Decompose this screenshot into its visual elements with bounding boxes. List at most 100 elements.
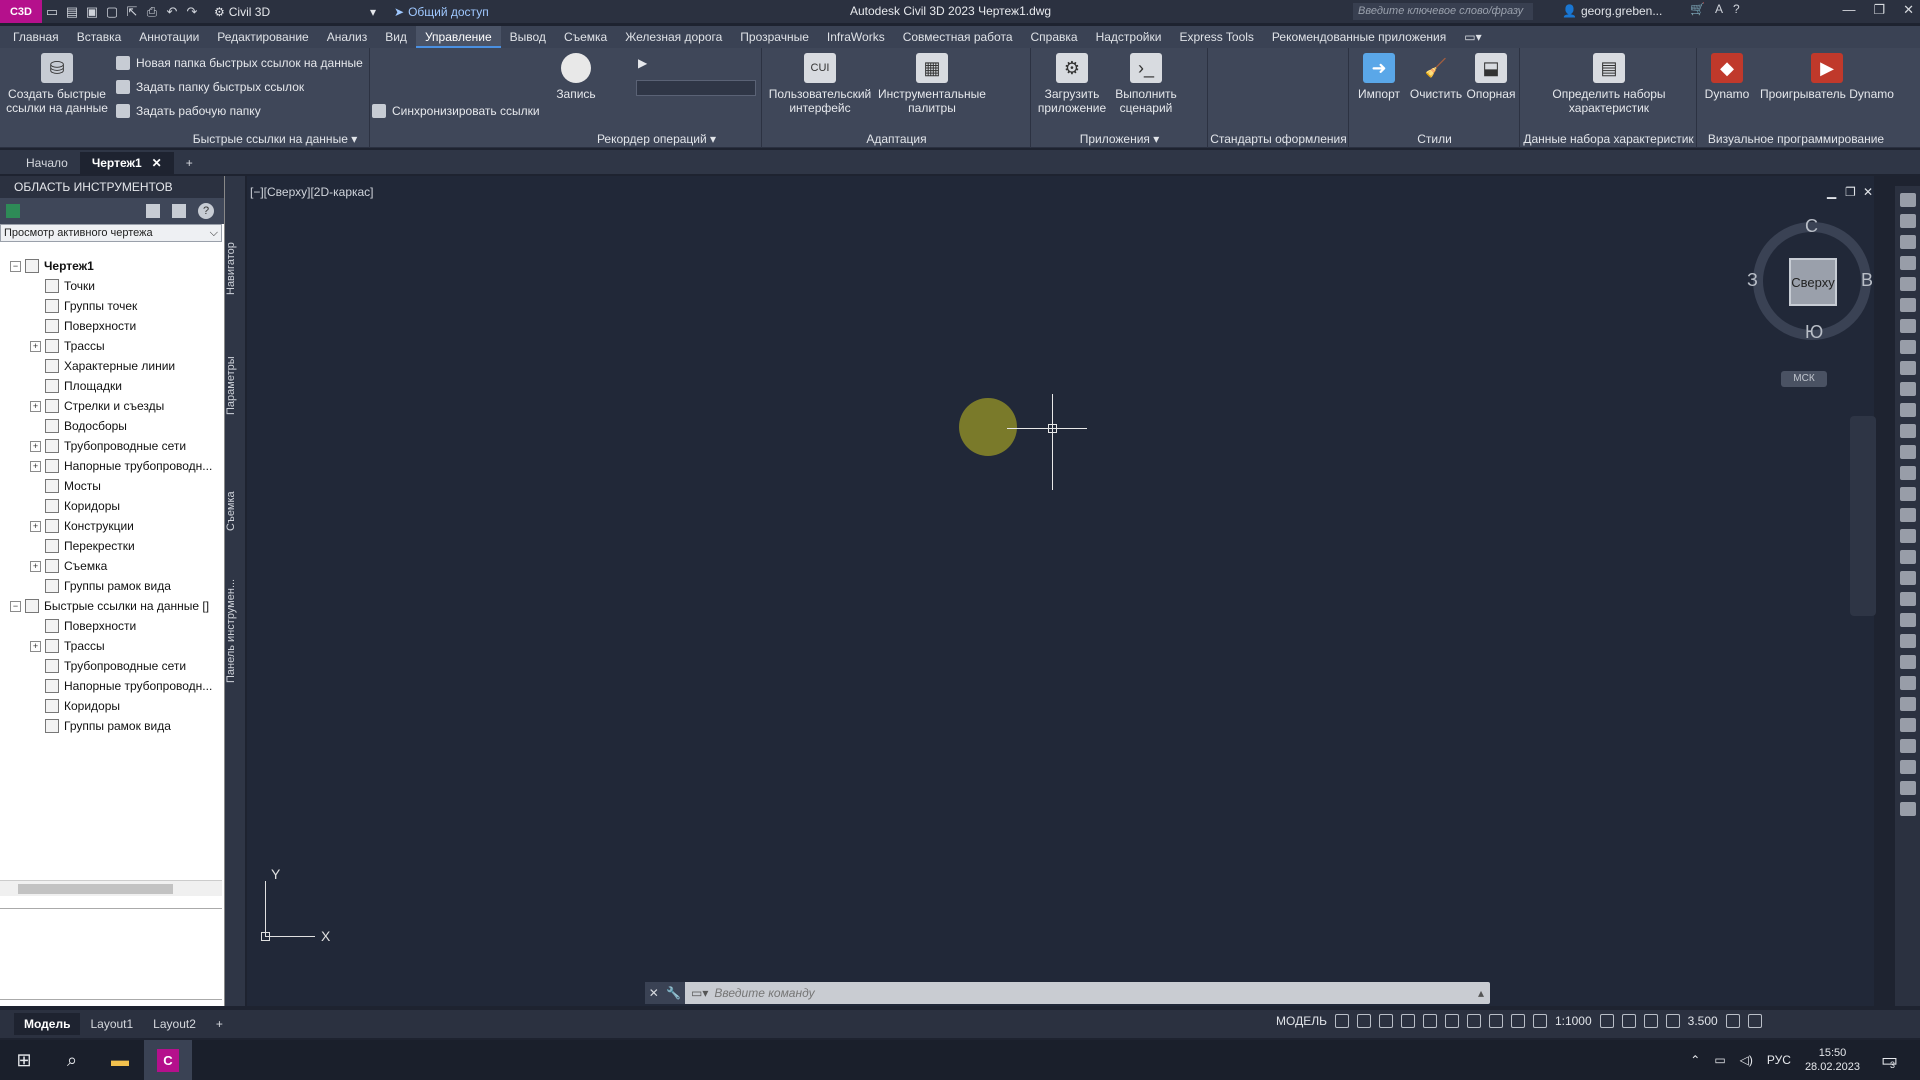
ribbon-tab[interactable]: Анализ <box>318 26 377 48</box>
annotation-scale-icon[interactable] <box>1532 1014 1547 1028</box>
toolbar-tool-icon[interactable] <box>1899 382 1916 396</box>
tree-item[interactable]: Водосборы <box>0 416 222 436</box>
annotation-visibility-icon[interactable] <box>1488 1014 1503 1028</box>
ortho-icon[interactable] <box>1378 1014 1393 1028</box>
ribbon-tab[interactable]: Вывод <box>501 26 555 48</box>
toolbar-tool-icon[interactable] <box>1899 634 1916 648</box>
isolate-icon[interactable] <box>1643 1014 1658 1028</box>
plus-icon[interactable] <box>1621 1014 1636 1028</box>
tree-item[interactable]: Группы рамок вида <box>0 716 222 736</box>
toolbar-tool-icon[interactable] <box>1899 613 1916 627</box>
viewport-restore-button[interactable]: ❐ <box>1845 185 1856 199</box>
tab-settings[interactable]: Параметры <box>225 351 245 421</box>
minimize-button[interactable]: — <box>1842 2 1855 18</box>
navigation-bar[interactable] <box>1850 416 1876 616</box>
toolbar-tool-icon[interactable] <box>1899 361 1916 375</box>
ribbon-tab[interactable]: Справка <box>1022 26 1087 48</box>
compass-north[interactable]: С <box>1805 216 1818 237</box>
toolbar-tool-icon[interactable] <box>1899 529 1916 543</box>
purge-button[interactable]: 🧹 Очистить <box>1408 53 1464 101</box>
play-button[interactable]: ▶ <box>638 56 647 70</box>
toolbar-tool-icon[interactable] <box>1899 193 1916 207</box>
user-menu[interactable]: 👤 georg.greben... <box>1562 4 1662 18</box>
dynamo-player-button[interactable]: ▶ Проигрыватель Dynamo <box>1760 53 1894 101</box>
share-button[interactable]: ➤ Общий доступ <box>394 5 489 19</box>
tree-item[interactable]: Группы рамок вида <box>0 576 222 596</box>
tree-item[interactable]: Перекрестки <box>0 536 222 556</box>
search-input[interactable]: Введите ключевое слово/фразу <box>1353 3 1533 20</box>
ribbon-tab[interactable]: Express Tools <box>1170 26 1262 48</box>
ribbon-tab[interactable]: Съемка <box>555 26 616 48</box>
print-icon[interactable]: ⎙ <box>142 3 162 21</box>
tree-item[interactable]: Группы точек <box>0 296 222 316</box>
set-workfolder-button[interactable]: Задать рабочую папку <box>116 104 261 118</box>
maximize-button[interactable]: ❐ <box>1873 2 1885 18</box>
tree-item[interactable]: Коридоры <box>0 496 222 516</box>
tab-navigator[interactable]: Навигатор <box>225 234 245 304</box>
tab-start[interactable]: Начало <box>14 152 80 174</box>
cui-button[interactable]: CUI Пользовательский интерфейс <box>765 53 875 115</box>
toolpalettes-button[interactable]: ▦ Инструментальные палитры <box>877 53 987 115</box>
lineweight-icon[interactable] <box>1466 1014 1481 1028</box>
tree-item[interactable]: Трубопроводные сети <box>0 656 222 676</box>
tree-item[interactable]: + Трассы <box>0 336 222 356</box>
toolbar-tool-icon[interactable] <box>1899 235 1916 249</box>
view-select[interactable]: Просмотр активного чертежа ⌵ <box>0 224 222 242</box>
tree-item[interactable]: Коридоры <box>0 696 222 716</box>
define-sets-button[interactable]: ▤ Определить наборы характеристик <box>1521 53 1697 115</box>
ribbon-tab[interactable]: Главная <box>4 26 68 48</box>
import-button[interactable]: ➜ Импорт <box>1354 53 1404 101</box>
expand-toggle[interactable]: − <box>10 260 21 272</box>
toolbar-tool-icon[interactable] <box>1899 550 1916 564</box>
drawing-viewport[interactable]: [−][Сверху][2D-каркас] ▁ ❐ ✕ Сверху С Ю … <box>247 176 1877 1006</box>
add-layout-button[interactable]: + <box>206 1017 233 1031</box>
elevation-value[interactable]: 3.500 <box>1688 1014 1718 1028</box>
wcs-menu[interactable]: МСК <box>1781 371 1827 387</box>
panel-title-recorder[interactable]: Рекордер операций ▾ <box>552 132 761 146</box>
tree-item[interactable]: + Конструкции <box>0 516 222 536</box>
ribbon-tab[interactable]: Прозрачные <box>731 26 818 48</box>
tree-item[interactable]: − Быстрые ссылки на данные [] <box>0 596 222 616</box>
tree-item[interactable]: Поверхности <box>0 316 222 336</box>
toolbar-tool-icon[interactable] <box>1899 592 1916 606</box>
ribbon-tab[interactable]: Рекомендованные приложения <box>1263 26 1455 48</box>
tree-item[interactable]: + Напорные трубопроводн... <box>0 456 222 476</box>
tree-item[interactable]: + Стрелки и съезды <box>0 396 222 416</box>
help-icon[interactable]: ? <box>1733 2 1740 16</box>
viewport-close-button[interactable]: ✕ <box>1863 185 1873 199</box>
cart-icon[interactable]: 🛒 <box>1690 2 1705 16</box>
sync-button[interactable]: Синхронизировать ссылки <box>372 104 540 118</box>
ribbon-tab[interactable]: Железная дорога <box>616 26 731 48</box>
close-icon[interactable]: ✕ <box>152 152 162 174</box>
expand-toggle[interactable]: + <box>30 400 41 412</box>
volume-icon[interactable]: ◁) <box>1740 1053 1753 1067</box>
snap-icon[interactable] <box>1356 1014 1371 1028</box>
new-icon[interactable]: ▭ <box>42 3 62 21</box>
osnap-icon[interactable] <box>1444 1014 1459 1028</box>
clean-screen-icon[interactable] <box>1725 1014 1740 1028</box>
ribbon-tab[interactable]: Вставка <box>68 26 131 48</box>
reference-button[interactable]: ⬓ Опорная <box>1464 53 1518 101</box>
hardware-accel-icon[interactable] <box>1665 1014 1680 1028</box>
search-icon[interactable]: ⌕ <box>48 1040 96 1080</box>
set-folder-button[interactable]: Задать папку быстрых ссылок <box>116 80 304 94</box>
compass-east[interactable]: В <box>1861 270 1873 291</box>
new-tab-button[interactable]: + <box>174 152 205 174</box>
workspace-gear-icon[interactable] <box>1599 1014 1614 1028</box>
tree-item[interactable]: + Съемка <box>0 556 222 576</box>
record-button[interactable]: Запись <box>554 53 598 101</box>
learn-icon[interactable]: A <box>1715 2 1723 16</box>
ribbon-minimize-button[interactable]: ▭▾ <box>1455 26 1490 48</box>
viewcube[interactable]: Сверху С Ю В З <box>1747 216 1877 346</box>
workspace-select[interactable]: ⚙ Civil 3D ▾ <box>210 3 380 20</box>
run-script-button[interactable]: ›_ Выполнить сценарий <box>1110 53 1182 115</box>
horizontal-scrollbar[interactable] <box>0 880 222 896</box>
undo-icon[interactable]: ↶ <box>162 3 182 21</box>
annotation-scale[interactable]: 1:1000 <box>1555 1014 1592 1028</box>
ribbon-tab[interactable]: Вид <box>376 26 416 48</box>
tree-item[interactable]: Площадки <box>0 376 222 396</box>
tab-model[interactable]: Модель <box>14 1013 81 1035</box>
expand-toggle[interactable]: + <box>30 560 41 572</box>
civil3d-taskbar-icon[interactable]: C <box>144 1040 192 1080</box>
wrench-icon[interactable]: 🔧 <box>666 986 681 1000</box>
